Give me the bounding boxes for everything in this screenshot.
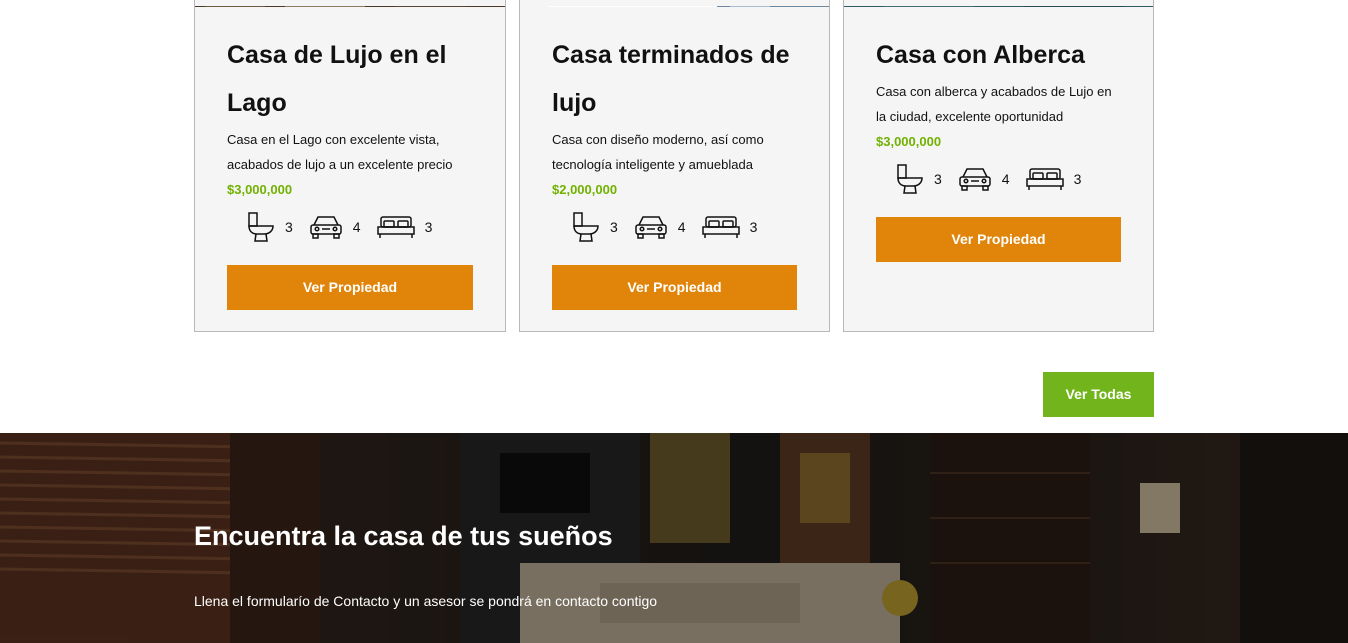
parking-count: 4: [1001, 171, 1010, 187]
bed-icon: [1025, 168, 1064, 190]
listing-image[interactable]: [195, 0, 505, 7]
amenity-bedrooms: 3: [376, 215, 433, 239]
bed-icon: [701, 216, 740, 238]
car-icon: [635, 216, 667, 239]
parking-count: 4: [677, 219, 686, 235]
contact-hero: Encuentra la casa de tus sueños Llena el…: [0, 433, 1348, 643]
bed-icon: [376, 216, 415, 238]
listing-description: Casa en el Lago con excelente vista, aca…: [227, 132, 453, 172]
bedroom-count: 3: [1073, 171, 1082, 187]
listing-price: $2,000,000: [552, 182, 618, 197]
bedroom-count: 3: [424, 219, 433, 235]
view-property-button[interactable]: Ver Propiedad: [227, 265, 473, 310]
listing-image[interactable]: [844, 0, 1153, 7]
hero-text: Llena el formularío de Contacto y un ase…: [194, 593, 658, 609]
listing-amenities: 3 4 3: [876, 163, 1124, 195]
parking-count: 4: [352, 219, 361, 235]
listings-section: Casa de Lujo en el Lago Casa en el Lago …: [194, 0, 1154, 332]
car-icon: [310, 216, 342, 239]
toilet-icon: [897, 164, 923, 194]
listing-amenities: 3 4 3: [227, 211, 475, 243]
listing-price: $3,000,000: [876, 134, 942, 149]
bathroom-count: 3: [285, 219, 293, 235]
listing-title: Casa con Alberca: [876, 41, 1085, 69]
listing-card: Casa de Lujo en el Lago Casa en el Lago …: [194, 0, 506, 332]
listing-amenities: 3 4 3: [552, 211, 800, 243]
bedroom-count: 3: [749, 219, 758, 235]
amenity-bathrooms: 3: [572, 212, 618, 242]
listing-title: Casa de Lujo en el Lago: [227, 41, 447, 117]
view-property-button[interactable]: Ver Propiedad: [552, 265, 797, 310]
listing-price: $3,000,000: [227, 182, 293, 197]
amenity-bathrooms: 3: [247, 212, 293, 242]
bathroom-count: 3: [610, 219, 618, 235]
bathroom-count: 3: [934, 171, 942, 187]
view-property-button[interactable]: Ver Propiedad: [876, 217, 1121, 262]
hero-title: Encuentra la casa de tus sueños: [194, 521, 613, 551]
listing-card: Casa con Alberca Casa con alberca y acab…: [843, 0, 1154, 332]
listing-title: Casa terminados de lujo: [552, 41, 790, 117]
amenity-parking: 4: [958, 166, 1010, 192]
listing-description: Casa con alberca y acabados de Lujo en l…: [876, 84, 1112, 124]
listing-card: Casa terminados de lujo Casa con diseño …: [519, 0, 830, 332]
amenity-bedrooms: 3: [701, 215, 758, 239]
amenity-bathrooms: 3: [896, 164, 942, 194]
listing-description: Casa con diseño moderno, así como tecnol…: [552, 132, 764, 172]
car-icon: [959, 168, 991, 191]
toilet-icon: [248, 212, 274, 242]
amenity-parking: 4: [309, 214, 361, 240]
view-all-button[interactable]: Ver Todas: [1043, 372, 1154, 417]
amenity-parking: 4: [634, 214, 686, 240]
amenity-bedrooms: 3: [1025, 167, 1082, 191]
toilet-icon: [573, 212, 599, 242]
listing-image[interactable]: [520, 0, 829, 7]
